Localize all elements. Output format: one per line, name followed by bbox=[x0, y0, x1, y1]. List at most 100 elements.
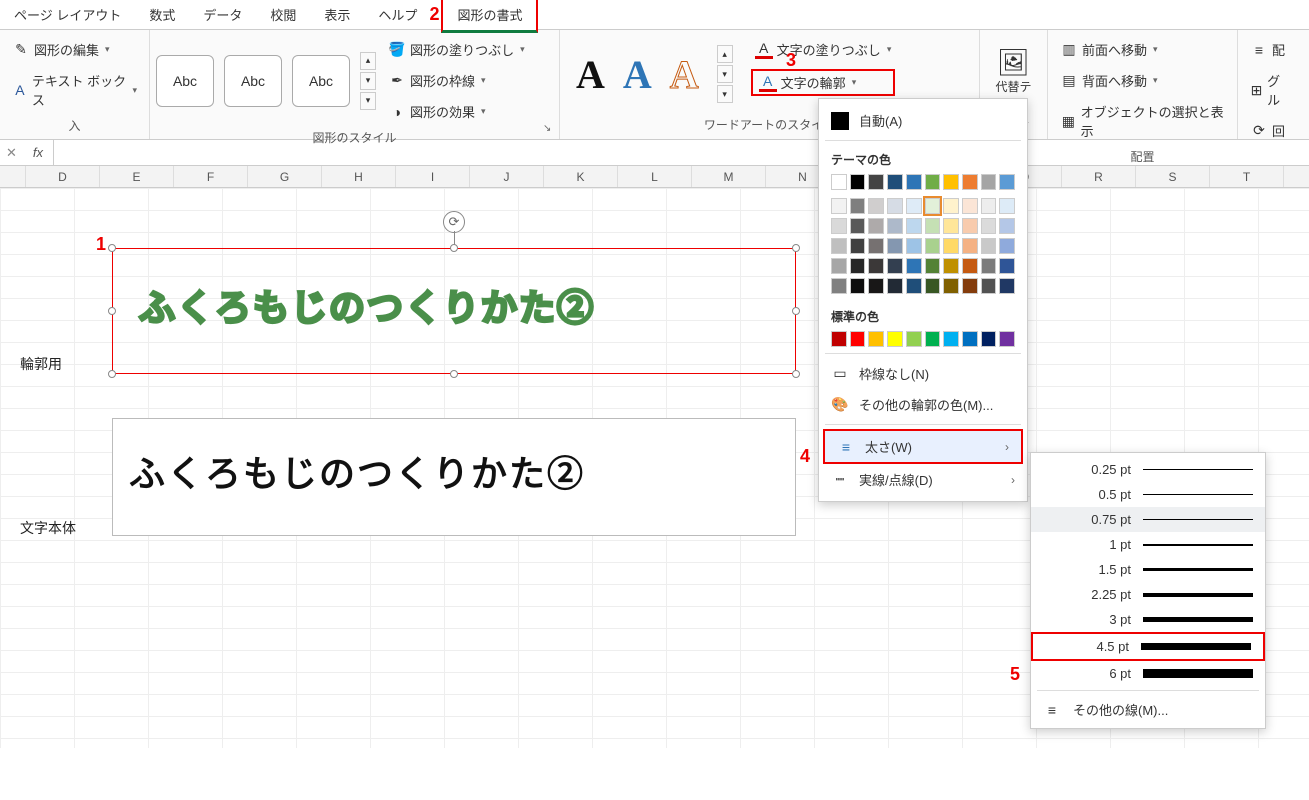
color-swatch[interactable] bbox=[981, 238, 997, 254]
resize-handle[interactable] bbox=[792, 244, 800, 252]
color-swatch[interactable] bbox=[906, 198, 922, 214]
resize-handle[interactable] bbox=[450, 370, 458, 378]
textbox-body[interactable]: ふくろもじのつくりかた② bbox=[112, 418, 796, 536]
align-button[interactable]: ≡配 bbox=[1246, 38, 1290, 61]
color-swatch[interactable] bbox=[943, 258, 959, 274]
color-swatch[interactable] bbox=[981, 331, 997, 347]
color-swatch[interactable] bbox=[999, 198, 1015, 214]
group-button[interactable]: ⊞グル bbox=[1246, 69, 1290, 111]
tab-view[interactable]: 表示 bbox=[310, 0, 364, 30]
resize-handle[interactable] bbox=[450, 244, 458, 252]
column-header[interactable]: L bbox=[618, 166, 692, 187]
resize-handle[interactable] bbox=[792, 370, 800, 378]
text-box-button[interactable]: A テキスト ボックス ▾ bbox=[8, 69, 141, 111]
color-swatch[interactable] bbox=[850, 258, 866, 274]
tab-help[interactable]: ヘルプ bbox=[364, 0, 431, 30]
color-swatch[interactable] bbox=[868, 258, 884, 274]
no-outline-item[interactable]: ▭ 枠線なし(N) bbox=[819, 358, 1027, 389]
color-swatch[interactable] bbox=[962, 218, 978, 234]
weight-option[interactable]: 1.5 pt bbox=[1031, 557, 1265, 582]
color-swatch[interactable] bbox=[943, 218, 959, 234]
resize-handle[interactable] bbox=[108, 244, 116, 252]
weight-option[interactable]: 3 pt bbox=[1031, 607, 1265, 632]
text-outline-button[interactable]: A 文字の輪郭 ▾ bbox=[751, 69, 896, 96]
column-header[interactable]: G bbox=[248, 166, 322, 187]
color-swatch[interactable] bbox=[868, 238, 884, 254]
color-swatch[interactable] bbox=[868, 278, 884, 294]
color-swatch[interactable] bbox=[999, 174, 1015, 190]
color-swatch[interactable] bbox=[925, 238, 941, 254]
color-swatch[interactable] bbox=[850, 198, 866, 214]
weight-item[interactable]: ≡ 太さ(W) › bbox=[823, 429, 1023, 464]
color-swatch[interactable] bbox=[999, 258, 1015, 274]
resize-handle[interactable] bbox=[108, 307, 116, 315]
color-swatch[interactable] bbox=[999, 218, 1015, 234]
color-swatch[interactable] bbox=[925, 198, 941, 214]
column-header[interactable]: D bbox=[26, 166, 100, 187]
dashes-item[interactable]: ┉ 実線/点線(D) › bbox=[819, 464, 1027, 495]
column-header[interactable]: E bbox=[100, 166, 174, 187]
color-swatch[interactable] bbox=[962, 198, 978, 214]
weight-option[interactable]: 0.25 pt bbox=[1031, 457, 1265, 482]
color-swatch[interactable] bbox=[962, 174, 978, 190]
alt-text-icon[interactable]: 🖼 bbox=[1005, 54, 1023, 72]
edit-shape-button[interactable]: ✎ 図形の編集 ▾ bbox=[8, 38, 141, 61]
weight-option[interactable]: 1 pt bbox=[1031, 532, 1265, 557]
wordart-style-item[interactable]: A bbox=[670, 51, 699, 98]
fx-icon[interactable]: fx bbox=[23, 140, 54, 165]
bring-forward-button[interactable]: ▥ 前面へ移動 ▾ bbox=[1056, 38, 1229, 61]
tab-data[interactable]: データ bbox=[189, 0, 256, 30]
send-backward-button[interactable]: ▤ 背面へ移動 ▾ bbox=[1056, 69, 1229, 92]
column-header[interactable]: F bbox=[174, 166, 248, 187]
shape-outline-button[interactable]: ✒ 図形の枠線 ▾ bbox=[384, 69, 529, 92]
gallery-up-icon[interactable]: ▴ bbox=[360, 52, 376, 70]
tab-review[interactable]: 校閲 bbox=[256, 0, 310, 30]
column-header[interactable]: J bbox=[470, 166, 544, 187]
column-header[interactable]: H bbox=[322, 166, 396, 187]
color-swatch[interactable] bbox=[850, 238, 866, 254]
color-swatch[interactable] bbox=[906, 174, 922, 190]
color-swatch[interactable] bbox=[831, 198, 847, 214]
gallery-down-icon[interactable]: ▾ bbox=[717, 65, 733, 83]
color-swatch[interactable] bbox=[906, 278, 922, 294]
weight-option[interactable]: 0.5 pt bbox=[1031, 482, 1265, 507]
color-swatch[interactable] bbox=[999, 331, 1015, 347]
color-swatch[interactable] bbox=[868, 174, 884, 190]
wordart-style-item[interactable]: A bbox=[623, 51, 652, 98]
more-colors-item[interactable]: 🎨 その他の輪郭の色(M)... bbox=[819, 389, 1027, 420]
color-swatch[interactable] bbox=[868, 218, 884, 234]
color-swatch[interactable] bbox=[981, 218, 997, 234]
color-swatch[interactable] bbox=[831, 174, 847, 190]
dialog-launcher-icon[interactable]: ↘ bbox=[543, 123, 555, 135]
column-header[interactable]: I bbox=[396, 166, 470, 187]
weight-option[interactable]: 2.25 pt bbox=[1031, 582, 1265, 607]
color-swatch[interactable] bbox=[831, 218, 847, 234]
color-swatch[interactable] bbox=[906, 238, 922, 254]
column-header[interactable]: M bbox=[692, 166, 766, 187]
column-header[interactable]: K bbox=[544, 166, 618, 187]
resize-handle[interactable] bbox=[792, 307, 800, 315]
shape-style-item[interactable]: Abc bbox=[292, 55, 350, 107]
color-swatch[interactable] bbox=[850, 174, 866, 190]
color-swatch[interactable] bbox=[925, 174, 941, 190]
color-swatch[interactable] bbox=[887, 218, 903, 234]
gallery-up-icon[interactable]: ▴ bbox=[717, 45, 733, 63]
wordart-gallery[interactable]: A A A ▴ ▾ ▾ bbox=[566, 34, 743, 114]
color-swatch[interactable] bbox=[943, 331, 959, 347]
weight-option[interactable]: 4.5 pt bbox=[1031, 632, 1265, 661]
shape-style-item[interactable]: Abc bbox=[224, 55, 282, 107]
color-swatch[interactable] bbox=[981, 174, 997, 190]
color-swatch[interactable] bbox=[831, 331, 847, 347]
auto-color-item[interactable]: 自動(A) bbox=[819, 105, 1027, 136]
color-swatch[interactable] bbox=[887, 331, 903, 347]
text-fill-button[interactable]: A 文字の塗りつぶし ▾ bbox=[751, 38, 896, 61]
rotate-handle-icon[interactable]: ⟳ bbox=[443, 211, 465, 233]
shape-fill-button[interactable]: 🪣 図形の塗りつぶし ▾ bbox=[384, 38, 529, 61]
tab-formulas[interactable]: 数式 bbox=[135, 0, 189, 30]
color-swatch[interactable] bbox=[868, 198, 884, 214]
gallery-more-icon[interactable]: ▾ bbox=[360, 92, 376, 110]
color-swatch[interactable] bbox=[962, 238, 978, 254]
more-lines-item[interactable]: ≡その他の線(M)... bbox=[1031, 695, 1265, 724]
color-swatch[interactable] bbox=[887, 198, 903, 214]
gallery-down-icon[interactable]: ▾ bbox=[360, 72, 376, 90]
